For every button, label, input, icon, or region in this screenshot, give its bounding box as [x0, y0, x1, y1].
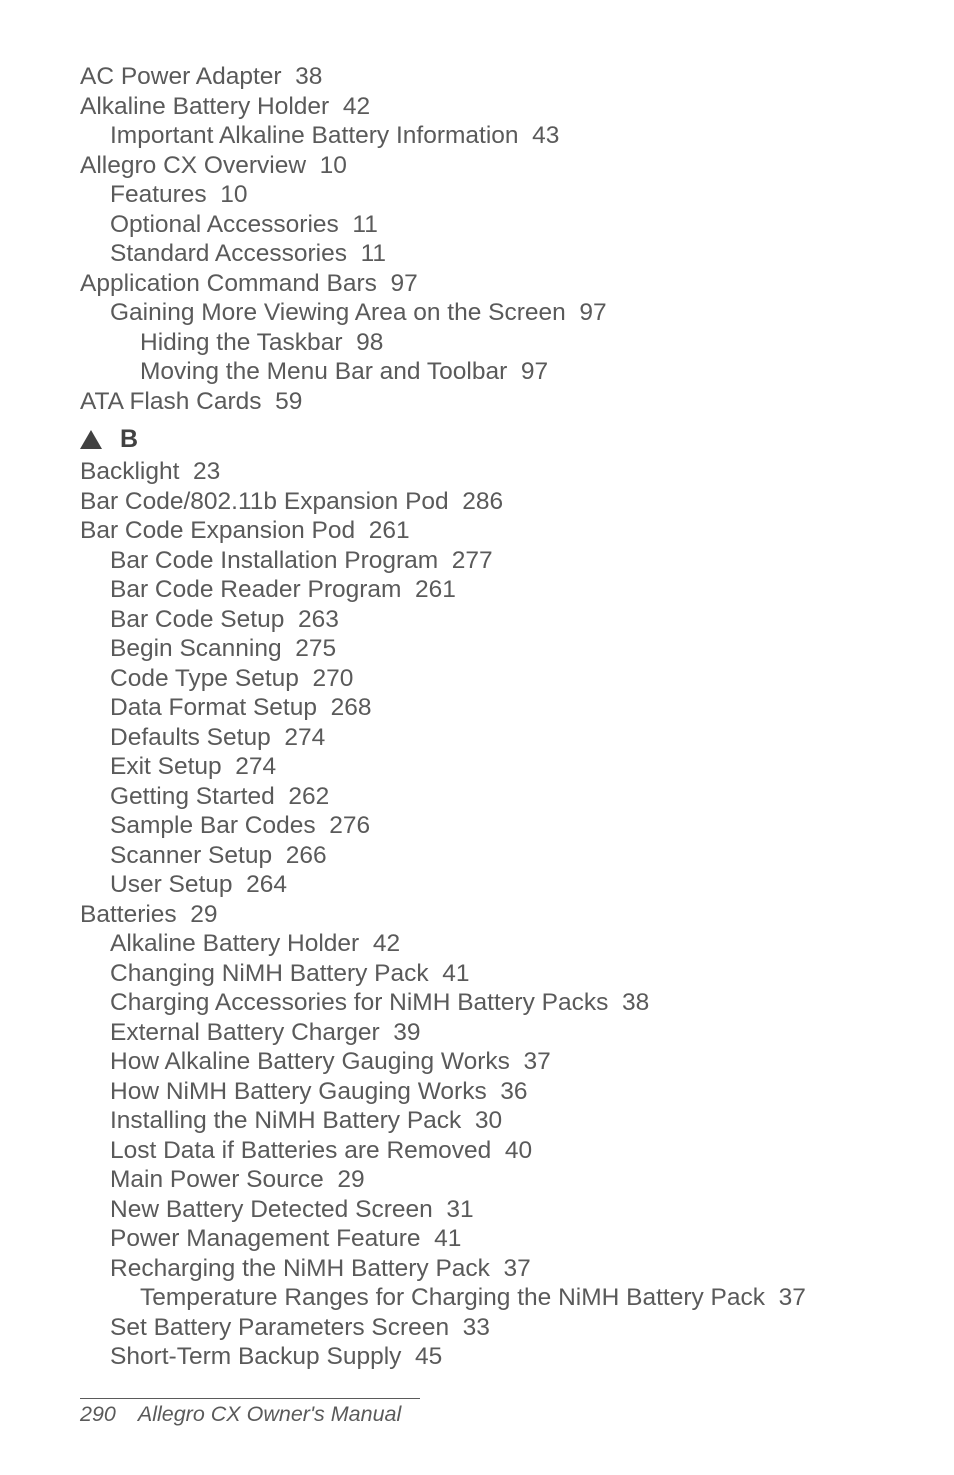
index-entry: Scanner Setup 266 [110, 841, 874, 871]
index-entry: Gaining More Viewing Area on the Screen … [110, 298, 874, 328]
index-entry: Bar Code/802.11b Expansion Pod 286 [80, 487, 874, 517]
index-entry: Sample Bar Codes 276 [110, 811, 874, 841]
index-entry: New Battery Detected Screen 31 [110, 1195, 874, 1225]
index-entry: Data Format Setup 268 [110, 693, 874, 723]
triangle-up-icon [80, 430, 102, 449]
index-entry: Short-Term Backup Supply 45 [110, 1342, 874, 1372]
index-entry: Features 10 [110, 180, 874, 210]
index-entry: Hiding the Taskbar 98 [140, 328, 874, 358]
index-entry: Bar Code Installation Program 277 [110, 546, 874, 576]
section-letter: B [120, 425, 138, 454]
index-entry: Standard Accessories 11 [110, 239, 874, 269]
index-entry: Optional Accessories 11 [110, 210, 874, 240]
page-footer: 290 Allegro CX Owner's Manual [80, 1398, 420, 1427]
index-entry: AC Power Adapter 38 [80, 62, 874, 92]
index-entry: Exit Setup 274 [110, 752, 874, 782]
index-entry: Batteries 29 [80, 900, 874, 930]
index-entry: Changing NiMH Battery Pack 41 [110, 959, 874, 989]
index-entry: Defaults Setup 274 [110, 723, 874, 753]
section-b-entries: Backlight 23 Bar Code/802.11b Expansion … [80, 457, 874, 1372]
index-entry: ATA Flash Cards 59 [80, 387, 874, 417]
index-entry: Application Command Bars 97 [80, 269, 874, 299]
index-entry: Charging Accessories for NiMH Battery Pa… [110, 988, 874, 1018]
section-a-entries: AC Power Adapter 38 Alkaline Battery Hol… [80, 62, 874, 416]
index-page: AC Power Adapter 38 Alkaline Battery Hol… [0, 0, 954, 1475]
index-entry: Installing the NiMH Battery Pack 30 [110, 1106, 874, 1136]
index-entry: External Battery Charger 39 [110, 1018, 874, 1048]
section-heading-b: B [80, 425, 874, 454]
index-entry: Power Management Feature 41 [110, 1224, 874, 1254]
index-entry: Bar Code Reader Program 261 [110, 575, 874, 605]
index-entry: Begin Scanning 275 [110, 634, 874, 664]
index-entry: Set Battery Parameters Screen 33 [110, 1313, 874, 1343]
index-entry: Main Power Source 29 [110, 1165, 874, 1195]
index-entry: Backlight 23 [80, 457, 874, 487]
index-entry: Allegro CX Overview 10 [80, 151, 874, 181]
manual-title: Allegro CX Owner's Manual [138, 1402, 401, 1426]
index-entry: Temperature Ranges for Charging the NiMH… [140, 1283, 874, 1313]
index-entry: Recharging the NiMH Battery Pack 37 [110, 1254, 874, 1284]
index-entry: Alkaline Battery Holder 42 [110, 929, 874, 959]
index-entry: Getting Started 262 [110, 782, 874, 812]
index-entry: How Alkaline Battery Gauging Works 37 [110, 1047, 874, 1077]
index-entry: Bar Code Setup 263 [110, 605, 874, 635]
index-entry: Code Type Setup 270 [110, 664, 874, 694]
index-entry: Alkaline Battery Holder 42 [80, 92, 874, 122]
index-entry: Important Alkaline Battery Information 4… [110, 121, 874, 151]
index-entry: Lost Data if Batteries are Removed 40 [110, 1136, 874, 1166]
index-entry: User Setup 264 [110, 870, 874, 900]
index-entry: Moving the Menu Bar and Toolbar 97 [140, 357, 874, 387]
page-number: 290 [80, 1402, 116, 1426]
index-entry: Bar Code Expansion Pod 261 [80, 516, 874, 546]
index-entry: How NiMH Battery Gauging Works 36 [110, 1077, 874, 1107]
